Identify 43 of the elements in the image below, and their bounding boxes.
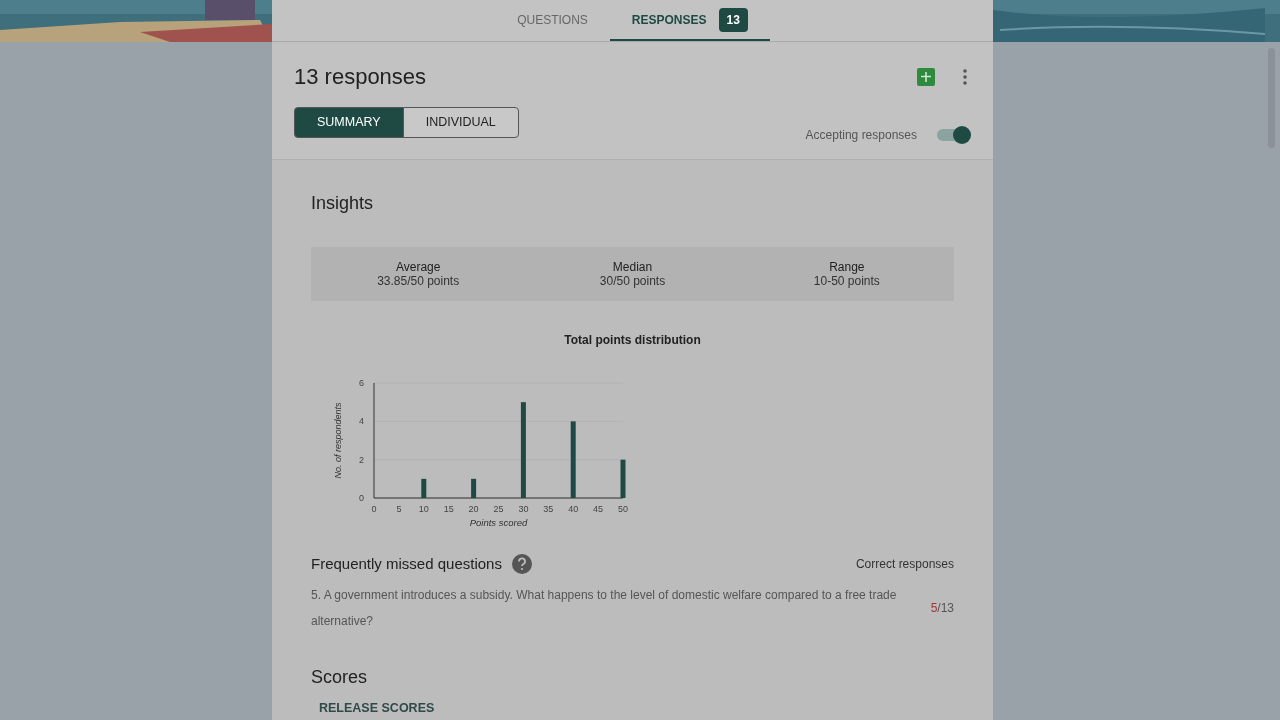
stat-value: 10-50 points — [813, 274, 880, 288]
release-scores-button[interactable]: RELEASE SCORES — [319, 698, 435, 718]
correct-count: 5/13 — [930, 599, 954, 617]
y-tick-label: 2 — [359, 454, 364, 465]
x-tick-label: 25 — [493, 504, 504, 514]
bar — [421, 478, 427, 498]
y-axis-title: No. of respondents — [333, 402, 343, 479]
missed-heading: Frequently missed questions — [311, 554, 502, 574]
accepting-switch[interactable] — [935, 126, 971, 144]
y-tick-label: 6 — [359, 378, 364, 388]
x-axis-title: Points scored — [469, 517, 528, 528]
x-tick-label: 30 — [518, 504, 529, 514]
stat-label: Median — [612, 260, 653, 274]
x-tick-label: 45 — [593, 504, 604, 514]
insights-heading: Insights — [311, 192, 375, 215]
x-tick-label: 35 — [543, 504, 554, 514]
scores-heading: Scores — [311, 665, 369, 689]
spreadsheet-icon[interactable] — [917, 67, 935, 86]
view-toggle[interactable]: SUMMARY — [294, 107, 404, 138]
stat-label: Range — [829, 260, 865, 274]
stat-value: 33.85/50 points — [377, 274, 460, 288]
y-tick-label: 0 — [359, 493, 364, 503]
stat-value: 30/50 points — [599, 274, 666, 288]
x-tick-label: 15 — [443, 504, 454, 514]
bar — [471, 478, 477, 498]
x-tick-label: 0 — [371, 504, 377, 514]
count-badge: 13 — [718, 7, 748, 32]
stat-label: Average — [395, 260, 441, 274]
x-tick-label: 40 — [568, 504, 579, 514]
x-tick-label: 50 — [618, 504, 628, 514]
question-text: 5. A government introduces a subsidy. What happens to the level of domestic welfare compared to a free trade alternative? — [311, 586, 898, 630]
y-tick-label: 4 — [359, 416, 364, 427]
view-toggle[interactable]: INDIVIDUAL — [402, 107, 519, 138]
column-heading: Correct responses — [855, 556, 954, 574]
x-tick-label: 20 — [468, 504, 479, 514]
accepting-label: Accepting responses — [805, 127, 917, 144]
bar — [620, 459, 626, 498]
responses-title: 13 responses — [294, 63, 427, 91]
chart-title: Total points distribution — [564, 332, 701, 349]
more-icon[interactable] — [963, 68, 967, 85]
x-tick-label: 10 — [418, 504, 429, 514]
help-icon[interactable] — [511, 554, 532, 575]
x-tick-label: 5 — [396, 504, 402, 514]
